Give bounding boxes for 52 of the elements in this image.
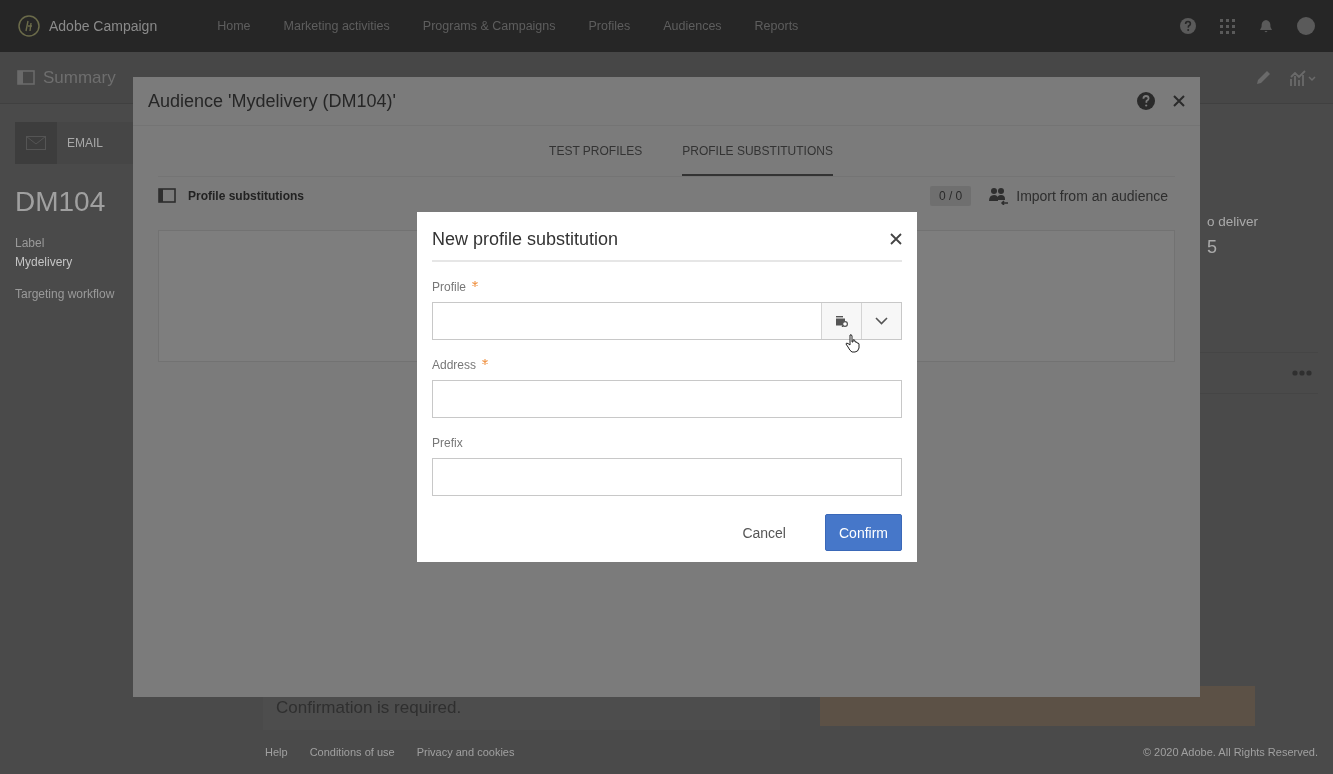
nav-link[interactable]: Reports bbox=[754, 19, 799, 33]
close-icon bbox=[1173, 95, 1185, 107]
nav-link[interactable]: Marketing activities bbox=[283, 19, 390, 33]
product-logo-icon bbox=[18, 15, 40, 37]
browse-button[interactable] bbox=[821, 303, 861, 339]
field-label: Profile bbox=[432, 280, 466, 294]
cancel-button[interactable]: Cancel bbox=[729, 514, 799, 551]
folder-search-icon bbox=[835, 315, 848, 327]
footer-link[interactable]: Privacy and cookies bbox=[416, 746, 515, 758]
card-value: 5 bbox=[1206, 237, 1218, 258]
more-icon bbox=[1292, 370, 1312, 376]
import-button[interactable]: Import from an audience bbox=[989, 186, 1175, 205]
panel-icon bbox=[17, 70, 35, 85]
field-value: Mydelivery bbox=[15, 255, 73, 269]
tab[interactable]: PROFILE SUBSTITUTIONS bbox=[682, 126, 833, 176]
tab[interactable]: TEST PROFILES bbox=[549, 126, 643, 176]
pencil-icon bbox=[1255, 69, 1272, 86]
confirm-button[interactable]: Confirm bbox=[825, 514, 902, 551]
chevron-down-icon bbox=[875, 317, 888, 325]
card-heading: o deliver bbox=[1206, 214, 1260, 229]
delivery-code: DM104 bbox=[15, 186, 106, 218]
people-import-icon bbox=[989, 186, 1009, 205]
footer-link[interactable]: Conditions of use bbox=[309, 746, 395, 758]
avatar-icon bbox=[1297, 17, 1315, 35]
lookup-field[interactable] bbox=[432, 302, 902, 340]
input-field[interactable] bbox=[432, 380, 902, 418]
copyright-text: © 2020 Adobe. All Rights Reserved. bbox=[1142, 746, 1318, 758]
count-badge: 0 / 0 bbox=[929, 185, 972, 206]
apps-grid-icon bbox=[1220, 18, 1235, 34]
close-icon bbox=[890, 233, 902, 245]
nav-link[interactable]: Home bbox=[217, 19, 251, 33]
help-icon bbox=[1180, 18, 1196, 34]
input-field[interactable] bbox=[432, 458, 902, 496]
chart-dropdown-icon bbox=[1290, 68, 1316, 87]
channel-label: EMAIL bbox=[67, 136, 103, 150]
footer-link[interactable]: Help bbox=[265, 746, 288, 758]
field-label: Address bbox=[432, 358, 477, 372]
nav-link[interactable]: Audiences bbox=[663, 19, 722, 33]
section-title: Profile substitutions bbox=[188, 188, 304, 203]
bell-icon bbox=[1259, 18, 1273, 34]
dialog-title: New profile substitution bbox=[432, 228, 619, 250]
nav-link[interactable]: Programs & Campaigns bbox=[422, 19, 556, 33]
field-label: Targeting workflow bbox=[15, 287, 115, 301]
help-icon bbox=[1137, 92, 1155, 110]
panel-icon bbox=[158, 188, 176, 203]
nav-link[interactable]: Profiles bbox=[588, 19, 631, 33]
field-label: Label bbox=[15, 236, 45, 250]
field-label: Prefix bbox=[432, 436, 463, 450]
product-name: Adobe Campaign bbox=[49, 18, 158, 34]
hand-cursor-icon bbox=[845, 334, 860, 353]
envelope-icon bbox=[26, 136, 46, 150]
dialog-title: Audience 'Mydelivery (DM104)' bbox=[148, 90, 396, 112]
